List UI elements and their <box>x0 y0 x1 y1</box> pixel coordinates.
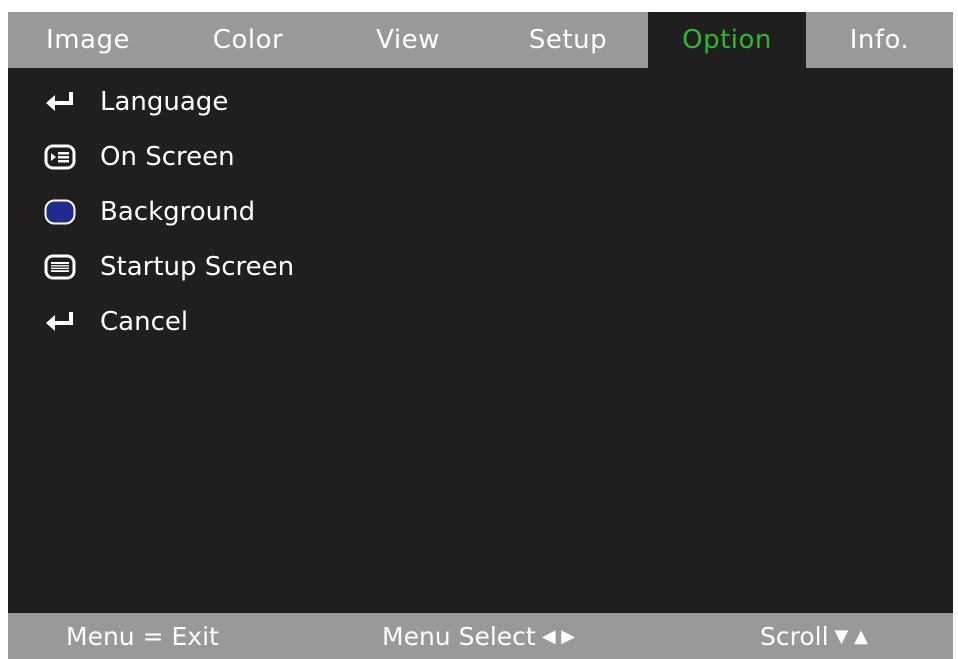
menu-exit-text: Menu = Exit <box>66 621 219 651</box>
tab-bar: Image Color View Setup Option Info. <box>8 12 953 68</box>
projector-osd-menu: Image Color View Setup Option Info. Lang… <box>8 12 953 659</box>
left-right-arrows-icon: ◀ ▶ <box>541 625 576 647</box>
menu-item-startup-screen[interactable]: Startup Screen <box>44 239 644 294</box>
scroll-text: Scroll <box>760 621 829 651</box>
menu-item-background[interactable]: Background <box>44 184 644 239</box>
scroll-hint: Scroll ▼ ▲ <box>760 613 868 659</box>
enter-arrow-icon <box>44 307 76 337</box>
menu-item-label: Startup Screen <box>100 251 295 282</box>
menu-exit-hint: Menu = Exit <box>66 613 219 659</box>
on-screen-icon <box>44 142 76 172</box>
tab-image[interactable]: Image <box>8 12 168 68</box>
menu-item-label: Background <box>100 196 256 227</box>
menu-item-cancel[interactable]: Cancel <box>44 294 644 349</box>
menu-item-on-screen[interactable]: On Screen <box>44 129 644 184</box>
down-up-arrows-icon: ▼ ▲ <box>834 625 868 647</box>
tab-option[interactable]: Option <box>648 12 806 68</box>
menu-item-label: Cancel <box>100 306 189 337</box>
tab-view[interactable]: View <box>328 12 488 68</box>
background-color-icon <box>44 197 76 227</box>
enter-arrow-icon <box>44 87 76 117</box>
menu-select-hint: Menu Select ◀ ▶ <box>382 613 575 659</box>
tab-info[interactable]: Info. <box>806 12 953 68</box>
ibm-logo-icon <box>44 252 76 282</box>
status-bar: Menu = Exit Menu Select ◀ ▶ Scroll ▼ ▲ <box>8 613 953 659</box>
menu-select-text: Menu Select <box>382 621 536 651</box>
tab-setup[interactable]: Setup <box>488 12 648 68</box>
menu-item-label: Language <box>100 86 229 117</box>
menu-item-language[interactable]: Language <box>44 74 644 129</box>
menu-item-label: On Screen <box>100 141 235 172</box>
tab-color[interactable]: Color <box>168 12 328 68</box>
option-menu-list: Language On Screen Background Startup Sc… <box>44 74 644 349</box>
